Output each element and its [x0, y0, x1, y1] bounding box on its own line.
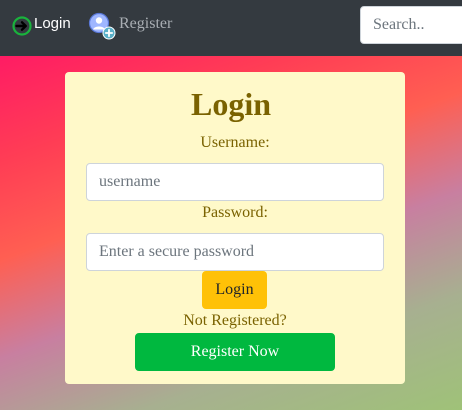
login-button[interactable]: Login	[202, 271, 267, 309]
password-label: Password:	[202, 204, 268, 221]
add-user-icon	[88, 12, 116, 45]
password-input[interactable]	[86, 233, 384, 271]
nav-login-label: Login	[34, 14, 71, 32]
search-input[interactable]	[360, 6, 462, 44]
nav-register-link[interactable]: Register	[88, 0, 172, 56]
register-now-button[interactable]: Register Now	[135, 333, 335, 371]
nav-register-label: Register	[119, 15, 173, 32]
top-navbar: Login Register	[0, 0, 462, 56]
not-registered-text: Not Registered?	[183, 312, 287, 329]
form-title: Login	[190, 86, 272, 122]
login-arrow-icon	[12, 15, 32, 41]
username-input[interactable]	[86, 163, 384, 201]
nav-login-link[interactable]: Login	[12, 0, 71, 56]
username-label: Username:	[200, 134, 270, 151]
